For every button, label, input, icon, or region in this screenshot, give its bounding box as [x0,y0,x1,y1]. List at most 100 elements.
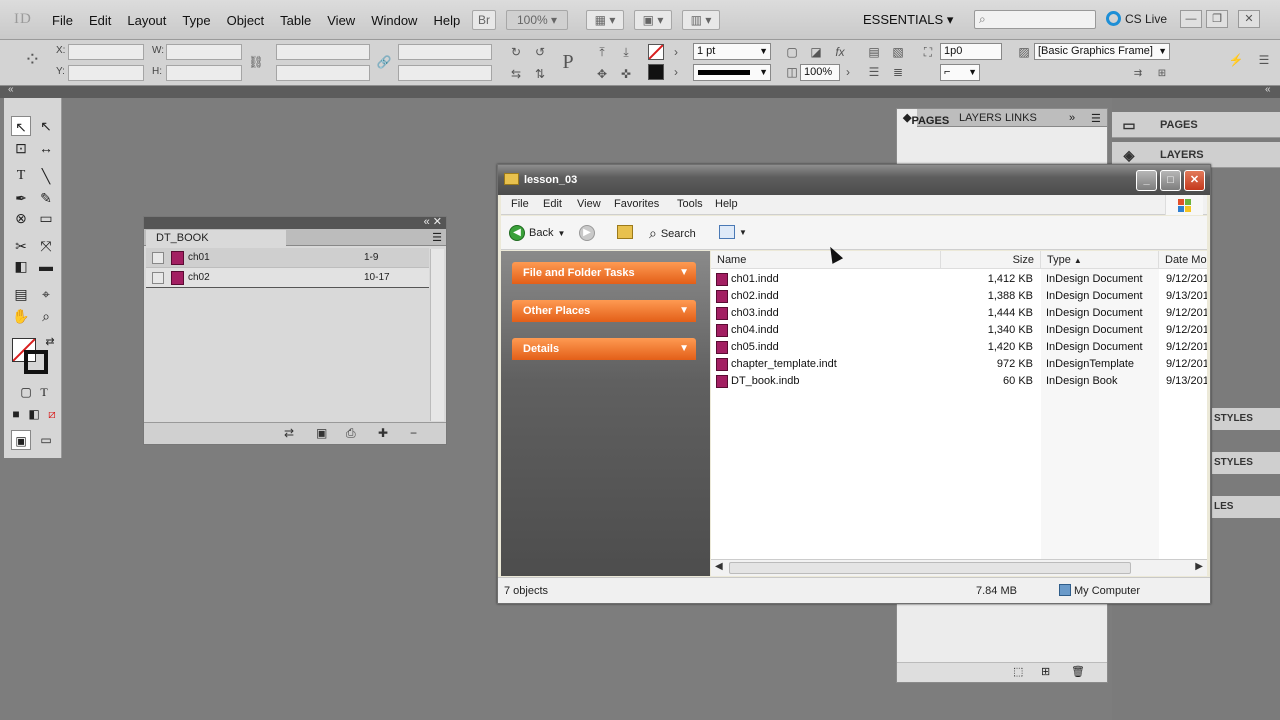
forward-button[interactable]: ▶ [579,225,595,241]
screen-mode-button[interactable]: ▣ ▾ [634,10,672,30]
menu-table[interactable]: Table [272,13,319,28]
file-row[interactable]: chapter_template.indt 972 KB InDesignTempl… [711,356,1207,373]
book-panel-header[interactable]: « ✕ [144,215,446,229]
minimize-button[interactable]: — [1180,10,1202,28]
panel-button-styles[interactable]: STYLES [1212,408,1280,430]
horizontal-scrollbar[interactable]: ◀ ▶ [711,559,1207,576]
stroke-swatch[interactable] [648,64,664,80]
gradient-feather-tool-icon[interactable]: ▬ [36,256,56,276]
panel-menu-icon[interactable]: ☰ [1091,112,1101,125]
view-options-button[interactable]: ▦ ▾ [586,10,624,30]
scale-x-input[interactable] [276,44,370,60]
explorer-maximize-button[interactable]: □ [1160,170,1181,191]
explorer-menu-tools[interactable]: Tools [677,198,703,210]
explorer-menu-help[interactable]: Help [715,198,738,210]
scissors-tool-icon[interactable]: ✂ [11,236,31,256]
explorer-titlebar[interactable]: lesson_03 _ □ ✕ [498,165,1210,195]
scale-y-input[interactable] [276,65,370,81]
sync-source-icon[interactable] [152,252,164,264]
tab-pages[interactable]: ◆ PAGES [897,109,949,127]
menu-type[interactable]: Type [174,13,218,28]
flip-horizontal-icon[interactable]: ⇆ [508,66,524,82]
book-row[interactable]: ch01 1-9 [146,248,429,268]
print-book-icon[interactable]: ⎙ [346,426,356,441]
apply-none-icon[interactable]: ⧄ [42,404,62,424]
stroke-dropdown-icon[interactable]: › [668,64,684,80]
select-previous-icon[interactable]: ✥ [594,66,610,82]
task-file-folder[interactable]: File and Folder Tasks ▼ [512,262,696,284]
file-row[interactable]: ch01.indd 1,412 KB InDesign Document 9/12/2… [711,271,1207,288]
x-input[interactable] [68,44,144,60]
effects-shadow-icon[interactable]: ◪ [808,44,824,60]
explorer-menu-favorites[interactable]: Favorites [614,198,659,210]
collapse-left-icon[interactable]: « [8,84,14,95]
scroll-left-icon[interactable]: ◀ [715,561,723,572]
flip-vertical-icon[interactable]: ⇅ [532,66,548,82]
quick-apply-icon[interactable]: ⚡ [1228,52,1244,68]
line-tool-icon[interactable]: ╲ [36,166,56,186]
up-folder-button[interactable] [617,225,633,239]
height-input[interactable] [166,65,242,81]
text-wrap-jump-icon[interactable]: ≣ [890,64,906,80]
rectangle-tool-icon[interactable]: ▭ [36,208,56,228]
new-page-icon[interactable]: ⊞ [1041,665,1050,678]
frame-fitting-icon[interactable]: ⛶ [920,44,936,60]
task-other-places[interactable]: Other Places ▼ [512,300,696,322]
swap-colors-icon[interactable]: ⇄ [40,332,60,352]
pen-tool-icon[interactable]: ✒ [11,188,31,208]
sync-source-checkbox[interactable] [152,272,164,284]
stroke-color-icon[interactable] [24,350,48,374]
restore-button[interactable]: ❐ [1206,10,1228,28]
search-button[interactable]: ⌕ Search [649,225,696,242]
panel-collapse-close-icon[interactable]: « ✕ [424,215,442,228]
object-style-dropdown[interactable]: [Basic Graphics Frame] ▼ [1034,43,1170,60]
link-scale-icon[interactable]: 🔗 [376,54,392,70]
stroke-weight-dropdown[interactable]: 1 pt ▼ [693,43,771,60]
tab-links[interactable]: LINKS [1005,112,1037,124]
formatting-container-icon[interactable]: ▢ [16,382,36,402]
constrain-proportions-icon[interactable]: ⛓ [248,54,264,70]
menu-edit[interactable]: Edit [81,13,119,28]
explorer-minimize-button[interactable]: _ [1136,170,1157,191]
apply-color-icon[interactable]: ■ [6,404,26,424]
add-document-icon[interactable]: ✚ [378,426,388,440]
control-panel-menu-icon[interactable]: ☰ [1256,52,1272,68]
hand-tool-icon[interactable]: ✋ [11,306,31,326]
rotate-cw-icon[interactable]: ↻ [508,44,524,60]
page-size-icon[interactable]: ⬚ [1013,665,1023,678]
menu-object[interactable]: Object [219,13,273,28]
workspace-switcher[interactable]: ESSENTIALS ▾ [863,12,953,28]
text-wrap-none-icon[interactable]: ▤ [866,44,882,60]
book-panel-scrollbar[interactable] [430,249,444,421]
opacity-input[interactable]: 100% [800,64,840,81]
menu-layout[interactable]: Layout [119,13,174,28]
fill-swatch[interactable] [648,44,664,60]
gradient-swatch-tool-icon[interactable]: ◧ [11,256,31,276]
explorer-menu-file[interactable]: File [511,198,529,210]
column-size[interactable]: Size [941,251,1041,269]
bridge-button[interactable]: Br [472,10,496,30]
remove-document-icon[interactable]: − [410,426,417,440]
new-style-icon[interactable]: ⊞ [1154,66,1170,82]
menu-window[interactable]: Window [363,13,425,28]
gap-tool-icon[interactable]: ↔ [36,138,56,158]
cs-live-button[interactable]: CS Live [1106,11,1167,26]
rotation-input[interactable] [398,44,492,60]
panel-menu-icon[interactable]: ☰ [432,231,442,244]
scrollbar-thumb[interactable] [729,562,1131,574]
column-name[interactable]: Name [711,251,941,269]
type-tool-icon[interactable]: T [11,166,31,186]
rotate-ccw-icon[interactable]: ↺ [532,44,548,60]
reference-point-icon[interactable]: ⁘ [24,50,41,70]
tab-layers[interactable]: LAYERS [959,112,1002,124]
corner-shape-dropdown[interactable]: ⌐ ▼ [940,64,980,81]
book-tab[interactable]: DT_BOOK [146,230,286,246]
preview-view-icon[interactable]: ▭ [36,430,56,450]
zoom-tool-icon[interactable]: ⌕ [36,306,56,326]
file-row[interactable]: DT_book.indb 60 KB InDesign Book 9/13/201 [711,373,1207,390]
views-button[interactable]: ▼ [719,225,747,239]
close-button[interactable]: ✕ [1238,10,1260,28]
file-row[interactable]: ch04.indd 1,340 KB InDesign Document 9/12/2… [711,322,1207,339]
sync-styles-icon[interactable]: ⇄ [284,426,294,440]
stroke-type-dropdown[interactable]: ▼ [693,64,771,81]
